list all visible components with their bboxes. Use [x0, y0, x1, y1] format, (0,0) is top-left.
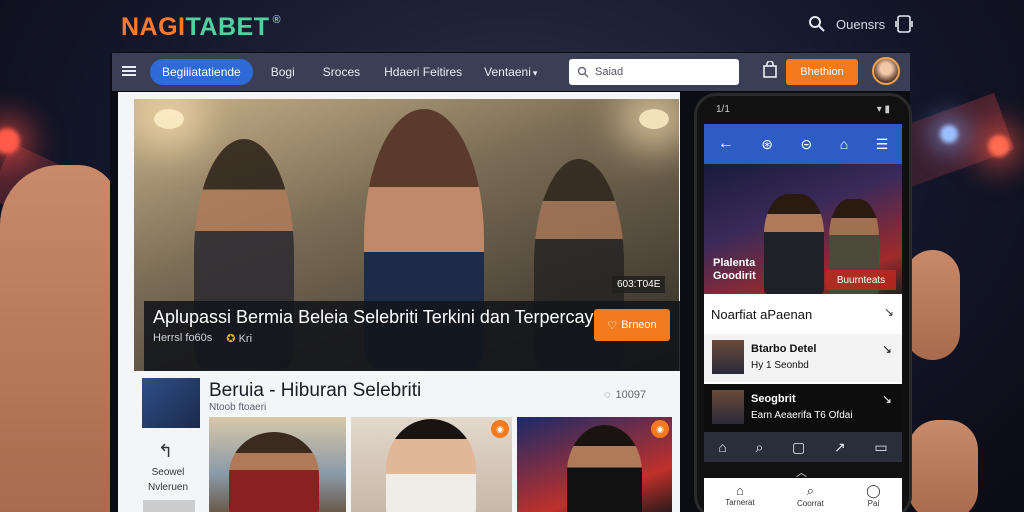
hero-tag: 603:T04E: [612, 276, 666, 293]
chevron-down-icon: ▾: [532, 68, 538, 78]
top-navbar: Begiiiatatiende Bogi Sroces Hdaeri Feiti…: [112, 53, 910, 91]
section-thumbnail[interactable]: [142, 378, 200, 428]
cta-button[interactable]: Bhethion: [786, 59, 858, 85]
tab-search[interactable]: ⌕ Coorrat: [797, 478, 824, 508]
sidebar-thumbnail[interactable]: [143, 500, 195, 512]
live-badge-icon: ◉: [651, 420, 669, 438]
menu-icon[interactable]: ☰: [876, 136, 889, 153]
profile-icon: ◯: [866, 483, 881, 498]
phone-list-header: Noarfiat aPaenan: [711, 307, 813, 322]
phone-hero-button[interactable]: Buurnteats: [826, 270, 896, 290]
right-hand-thumb: [905, 250, 960, 360]
card-figure: [567, 425, 642, 512]
clock-icon[interactable]: ⊛: [761, 136, 773, 153]
phone-bottom-nav: ⌂ Tarnerat ⌕ Coorrat ◯ Pai: [704, 478, 902, 512]
phone-toolbar: ← ⊛ ⊝ ⌂ ☰: [704, 124, 902, 164]
hero-meta-author: Herrsl fo60s: [153, 332, 213, 344]
hero-meta: Herrsl fo60s ✪ Kri: [153, 332, 252, 345]
section-count: ◌ 10097: [604, 389, 647, 401]
nav-link-dropdown[interactable]: Ventaeni ▾: [484, 65, 537, 79]
back-arrow-icon[interactable]: ←: [718, 135, 734, 153]
home-icon[interactable]: ⌂: [718, 439, 726, 455]
news-card[interactable]: [351, 417, 512, 512]
search-icon: [577, 66, 589, 78]
brand-logo[interactable]: NAGITABET ®: [121, 13, 281, 42]
share-icon[interactable]: ↰: [158, 441, 173, 462]
nav-link[interactable]: Sroces: [323, 65, 360, 79]
star-icon: ✪: [226, 333, 236, 345]
list-item[interactable]: Seogbrit Earn Aeaerifa T6 Ofdai ↘: [704, 384, 902, 432]
hero-meta-rating: ✪ Kri: [226, 333, 253, 345]
chevron-icon[interactable]: ↘: [884, 305, 894, 319]
search-icon[interactable]: [808, 15, 826, 33]
signal-icon: ▾ ▮: [876, 104, 890, 115]
chevron-icon: ↘: [882, 342, 893, 356]
search-icon: ⌕: [806, 483, 815, 498]
square-icon[interactable]: ▢: [792, 439, 805, 456]
list-item-thumbnail: [712, 390, 744, 424]
list-item[interactable]: Btarbo Detel Hy 1 Seonbd ↘: [704, 334, 902, 382]
hero-button[interactable]: ♡ Brneon: [594, 309, 670, 341]
top-tools: Ouensrs: [808, 14, 913, 34]
nav-pill-active[interactable]: Begiiiatatiende: [150, 59, 253, 85]
light-glow: [639, 109, 669, 129]
chat-icon[interactable]: ▭: [874, 439, 887, 456]
light-glow: [154, 109, 184, 129]
menu-icon[interactable]: [122, 65, 136, 79]
performer-figure: [764, 194, 824, 294]
live-badge-icon: ◉: [491, 420, 509, 438]
section-subtitle: Ntoob ftoaeri: [209, 402, 267, 413]
stage-light: [988, 135, 1010, 157]
section-title[interactable]: Beruia - Hiburan Selebriti: [209, 380, 421, 402]
sidebar-text[interactable]: Seowel Nvleruen: [143, 465, 193, 495]
list-item-thumbnail: [712, 340, 744, 374]
stage-light: [940, 125, 958, 143]
cart-icon[interactable]: [762, 60, 778, 82]
home-icon[interactable]: ⌂: [840, 136, 848, 152]
tab-home[interactable]: ⌂ Tarnerat: [725, 478, 754, 507]
card-figure: [386, 419, 476, 512]
right-hand-fingers: [908, 420, 978, 512]
hero-title[interactable]: Aplupassi Bermia Beleia Selebriti Terkin…: [153, 307, 604, 328]
top-tools-label[interactable]: Ouensrs: [836, 17, 885, 32]
device-icon[interactable]: [895, 14, 913, 34]
search-placeholder: Saiad: [595, 66, 624, 78]
avatar[interactable]: [872, 57, 900, 85]
news-card[interactable]: [517, 417, 672, 512]
news-card[interactable]: [209, 417, 346, 512]
view-icon: ◌: [604, 389, 611, 401]
home-icon: ⌂: [735, 483, 744, 498]
phone-status-bar: 1/1 ▾ ▮: [704, 104, 902, 120]
nav-link[interactable]: Bogi: [271, 65, 295, 79]
heart-icon: ♡: [607, 319, 618, 332]
download-icon[interactable]: ⊝: [800, 136, 812, 153]
share-icon[interactable]: ↗: [834, 439, 846, 456]
phone-hero-text: Plalenta Goodirit: [713, 257, 756, 282]
nav-link[interactable]: Hdaeri Feitires: [384, 65, 462, 79]
left-hand: [0, 165, 118, 512]
tab-profile[interactable]: ◯ Pai: [866, 478, 881, 508]
card-figure: [229, 432, 319, 512]
search-input[interactable]: Saiad: [569, 59, 739, 85]
phone-action-bar: ⌂ ⌕ ▢ ↗ ▭: [704, 432, 902, 462]
chevron-icon: ↘: [882, 392, 893, 406]
search-icon[interactable]: ⌕: [756, 439, 764, 456]
